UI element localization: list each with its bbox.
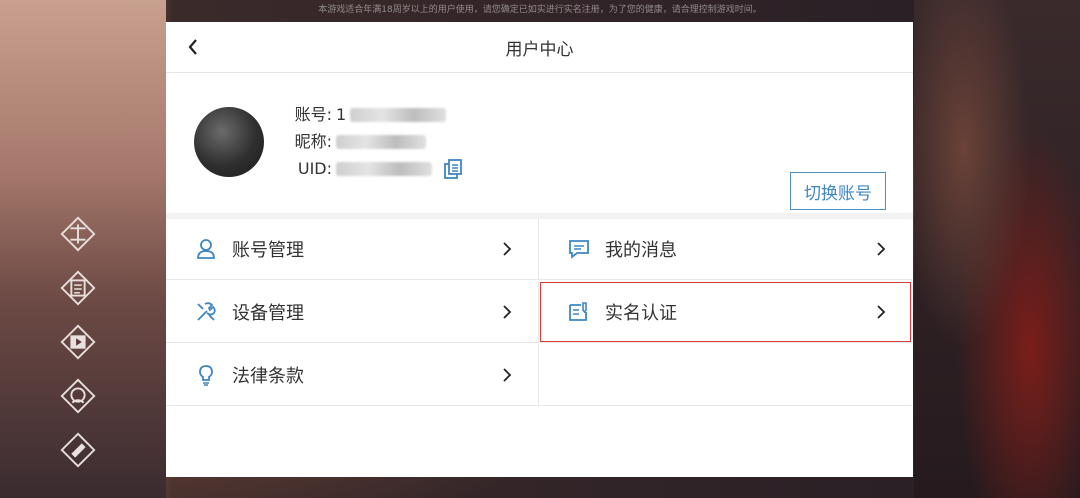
account-info: 账号: 1 昵称: UID: — [284, 101, 464, 182]
fullscreen-tool-icon[interactable] — [58, 214, 98, 254]
chevron-right-icon — [877, 305, 886, 319]
message-icon — [569, 240, 589, 259]
notes-tool-icon[interactable] — [58, 268, 98, 308]
menu-item-my-messages[interactable]: 我的消息 — [539, 218, 912, 280]
account-redacted — [350, 107, 447, 122]
id-card-icon — [569, 302, 587, 321]
top-bar: 用户中心 — [166, 22, 913, 73]
menu-item-label: 实名认证 — [605, 303, 677, 324]
game-background-right — [914, 0, 1080, 498]
uid-redacted — [336, 161, 432, 176]
user-center-panel: 用户中心 账号: 1 昵称: UID: 切换账号 账号管理 我的消息 设备管理 … — [166, 22, 913, 477]
side-toolbar — [58, 214, 104, 484]
page-title: 用户中心 — [505, 39, 574, 60]
menu-empty-cell — [539, 344, 912, 406]
chevron-right-icon — [877, 242, 886, 256]
account-label: 账号: — [294, 105, 332, 124]
nickname-label: 昵称: — [294, 132, 332, 151]
menu-grid: 账号管理 我的消息 设备管理 实名认证 法律条款 — [166, 218, 913, 407]
chevron-right-icon — [503, 242, 512, 256]
menu-item-label: 账号管理 — [232, 240, 304, 261]
chevron-right-icon — [503, 305, 512, 319]
menu-item-label: 我的消息 — [605, 240, 677, 261]
uid-label: UID: — [297, 159, 332, 178]
menu-item-device-management[interactable]: 设备管理 — [166, 281, 539, 343]
user-icon — [197, 239, 215, 259]
menu-item-account-management[interactable]: 账号管理 — [166, 218, 539, 280]
avatar — [194, 107, 264, 177]
menu-item-label: 设备管理 — [232, 303, 304, 324]
copy-icon[interactable] — [442, 158, 464, 180]
tools-icon — [197, 302, 216, 321]
customer-service-tool-icon[interactable] — [58, 376, 98, 416]
back-button[interactable] — [180, 34, 206, 60]
video-tool-icon[interactable] — [58, 322, 98, 362]
menu-item-legal-terms[interactable]: 法律条款 — [166, 344, 539, 406]
profile-section: 账号: 1 昵称: UID: 切换账号 — [166, 73, 913, 219]
account-value: 1 — [336, 105, 347, 124]
switch-account-button[interactable]: 切换账号 — [790, 172, 886, 210]
menu-item-real-name-verification[interactable]: 实名认证 — [539, 281, 912, 343]
chevron-left-icon — [188, 39, 197, 55]
lightbulb-icon — [199, 365, 213, 386]
chevron-right-icon — [503, 368, 512, 382]
age-notice: 本游戏适合年满18周岁以上的用户使用，请您确定已如实进行实名注册，为了您的健康，… — [318, 5, 762, 15]
menu-item-label: 法律条款 — [232, 366, 304, 387]
hammer-tool-icon[interactable] — [58, 430, 98, 470]
nickname-redacted — [336, 134, 426, 149]
